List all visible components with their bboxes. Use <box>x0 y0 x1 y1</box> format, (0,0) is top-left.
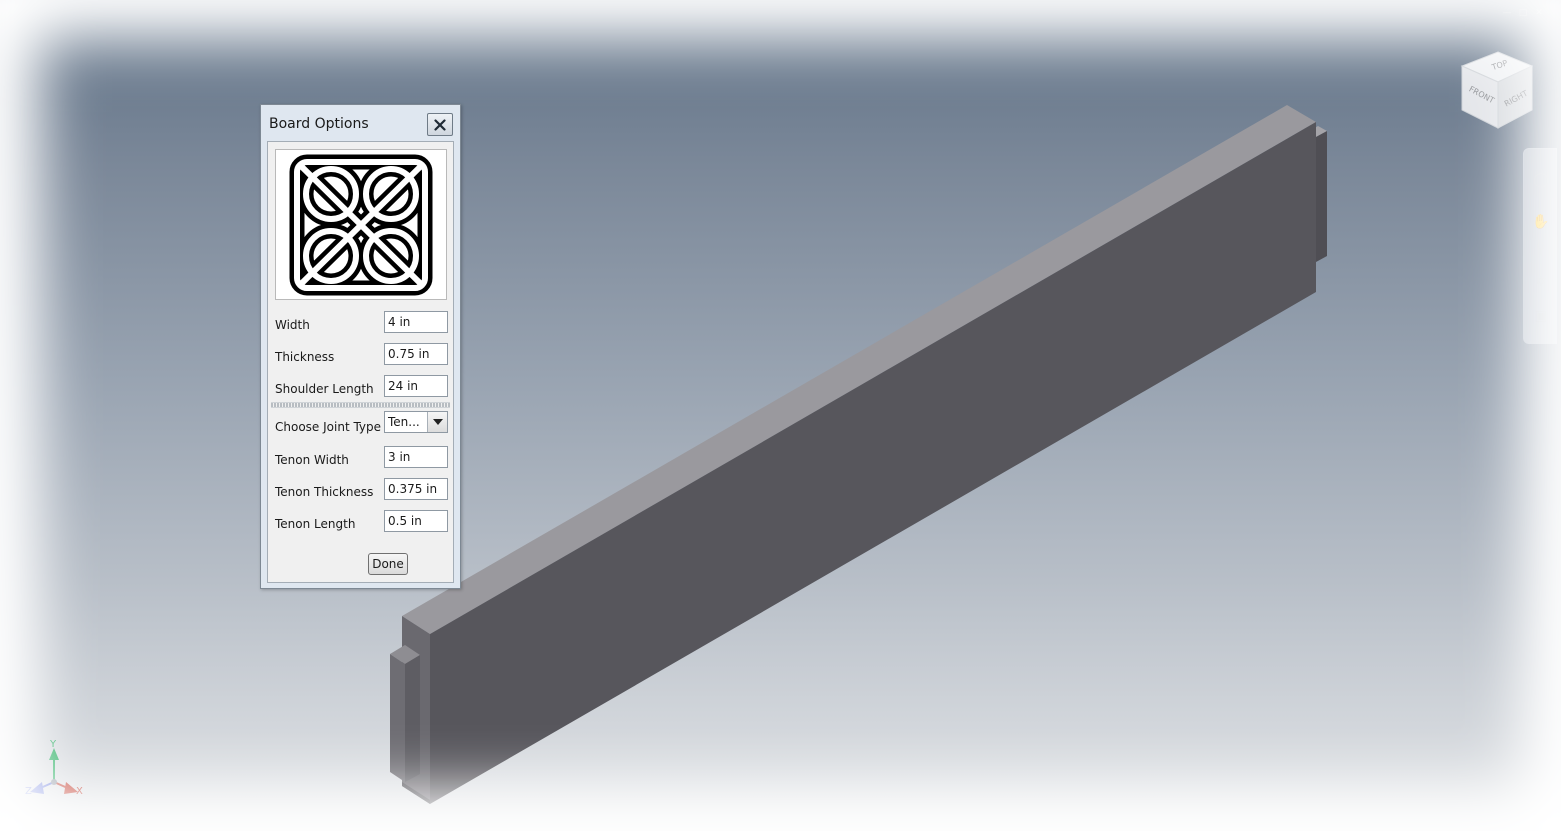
tenon-right <box>1316 131 1327 262</box>
axis-x-label: X <box>76 786 83 797</box>
viewcube[interactable]: TOP FRONT RIGHT <box>1458 50 1538 134</box>
window-controls: — □ ✕ <box>1502 8 1544 22</box>
dialog-body: Width 4 in Thickness 0.75 in Shoulder Le… <box>267 141 454 583</box>
board-model[interactable] <box>0 0 1561 831</box>
thickness-input[interactable]: 0.75 in <box>384 343 448 365</box>
celtic-knot-icon <box>289 154 433 296</box>
steering-wheel-icon[interactable]: ◯ <box>1531 171 1551 189</box>
dialog-title: Board Options <box>269 116 369 132</box>
look-at-icon[interactable]: ▣ <box>1531 307 1551 325</box>
restore-icon[interactable]: □ <box>1518 8 1528 18</box>
zoom-icon[interactable]: ⚲ <box>1531 239 1551 257</box>
board-options-dialog: Board Options Width 4 in Thickness 0.75 … <box>260 104 461 589</box>
tenon-width-label: Tenon Width <box>275 453 349 467</box>
pan-icon[interactable]: ✋ <box>1531 213 1551 231</box>
board-front-face <box>430 122 1316 804</box>
close-button[interactable] <box>427 113 453 136</box>
tenon-length-input[interactable]: 0.5 in <box>384 510 448 532</box>
width-input[interactable]: 4 in <box>384 311 448 333</box>
shoulder-length-label: Shoulder Length <box>275 382 374 396</box>
axis-y-label: Y <box>49 739 57 750</box>
width-label: Width <box>275 318 310 332</box>
done-button[interactable]: Done <box>368 553 408 575</box>
tenon-left-front <box>405 655 420 782</box>
close-window-icon[interactable]: ✕ <box>1534 8 1544 18</box>
logo-frame <box>275 149 447 300</box>
chevron-down-icon[interactable] <box>427 412 447 432</box>
close-icon <box>434 118 446 131</box>
shoulder-length-input[interactable]: 24 in <box>384 375 448 397</box>
navigation-bar: ◯ ✋ ⚲ ✡ ▣ <box>1523 148 1557 344</box>
3d-viewport[interactable]: TOP FRONT RIGHT — □ ✕ ◯ ✋ ⚲ ✡ ▣ Y X Z Bo… <box>0 0 1561 831</box>
tenon-left-side <box>390 654 405 782</box>
axis-z-label: Z <box>25 786 32 797</box>
thickness-label: Thickness <box>275 350 335 364</box>
joint-type-value: Ten... <box>388 415 420 429</box>
orbit-icon[interactable]: ✡ <box>1531 273 1551 291</box>
tenon-thickness-input[interactable]: 0.375 in <box>384 478 448 500</box>
tenon-thickness-label: Tenon Thickness <box>275 485 374 499</box>
tenon-length-label: Tenon Length <box>275 517 356 531</box>
tenon-width-input[interactable]: 3 in <box>384 446 448 468</box>
section-divider <box>271 402 450 408</box>
joint-type-select[interactable]: Ten... <box>384 411 448 433</box>
joint-type-label: Choose Joint Type <box>275 420 382 434</box>
minimize-icon[interactable]: — <box>1502 8 1512 18</box>
axis-triad: Y X Z <box>22 738 92 802</box>
